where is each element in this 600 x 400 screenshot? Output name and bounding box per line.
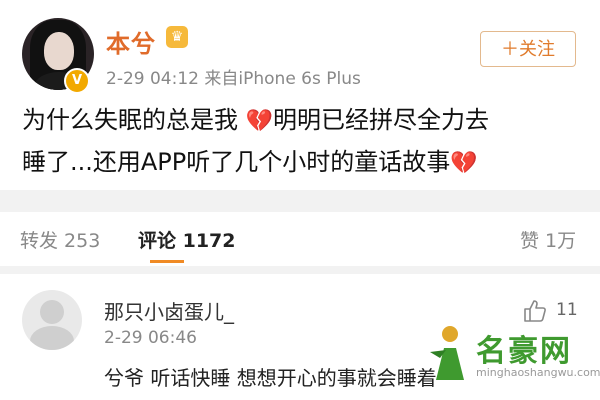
section-divider [0,190,600,212]
commenter-name[interactable]: 那只小卤蛋儿_ [104,296,234,325]
post-text-part3: 睡了...还用APP听了几个小时的童话故事 [22,148,451,176]
interaction-tabs: 转发 253 评论 1172 赞 1万 [0,212,600,266]
post-meta: 2-29 04:12 来自iPhone 6s Plus [106,64,361,89]
broken-heart-icon: 💔 [450,151,478,176]
comment-text: 兮爷 听话快睡 想想开心的事就会睡着 [104,366,437,390]
comment-time: 2-29 06:46 [104,328,197,348]
vip-crown-icon: ♛ [166,26,188,48]
watermark-url: minghaoshangwu.com [476,366,600,379]
post-text-part2: 明明已经拼尽全力去 [273,106,490,134]
watermark-brand: 名豪网 [476,334,572,369]
post-text-part1: 为什么失眠的总是我 [22,106,238,134]
watermark-figure-icon [430,326,464,380]
follow-button[interactable]: ＋关注 [480,31,576,67]
tab-likes[interactable]: 赞 1万 [520,226,576,253]
post-source: 来自iPhone 6s Plus [204,69,361,89]
avatar-body [30,326,74,350]
site-watermark: 名豪网 minghaoshangwu.com [424,314,600,400]
active-tab-indicator [150,260,184,263]
post-timestamp: 2-29 04:12 [106,69,199,89]
commenter-avatar[interactable] [22,290,82,350]
tabs-divider [0,266,600,274]
avatar-face [44,32,74,70]
tab-comments[interactable]: 评论 1172 [138,226,236,253]
avatar-head [40,300,64,324]
weibo-post: V 本兮 ♛ 2-29 04:12 来自iPhone 6s Plus ＋关注 为… [0,0,600,190]
post-username[interactable]: 本兮 [106,24,156,59]
broken-heart-icon: 💔 [245,109,274,134]
tab-repost[interactable]: 转发 253 [20,226,100,253]
post-text: 为什么失眠的总是我 💔明明已经拼尽全力去 睡了...还用APP听了几个小时的童话… [22,100,582,184]
verified-badge-icon: V [64,68,90,94]
